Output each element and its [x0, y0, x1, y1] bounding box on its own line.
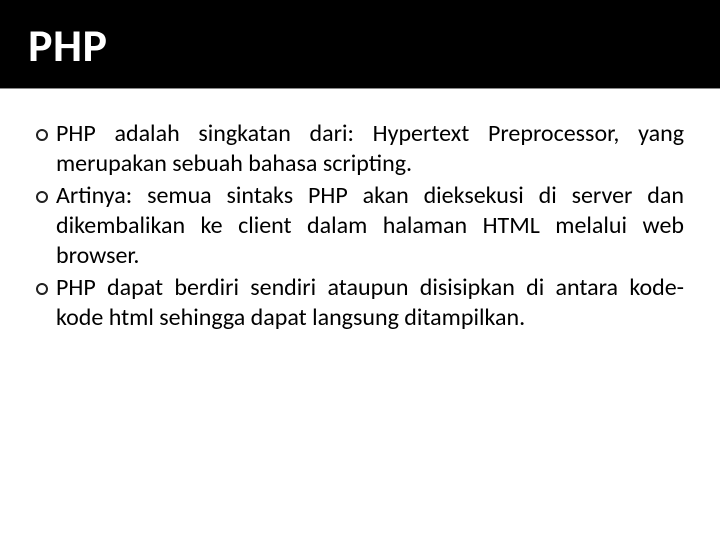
bullet-item: PHP dapat berdiri sendiri ataupun disisi… [36, 273, 684, 333]
slide-content: PHP adalah singkatan dari: Hypertext Pre… [0, 89, 720, 333]
bullet-text: Artinya: semua sintaks PHP akan diekseku… [56, 181, 684, 271]
bullet-item: Artinya: semua sintaks PHP akan diekseku… [36, 181, 684, 271]
slide-title: PHP [28, 18, 692, 74]
bullet-circle-icon [36, 283, 48, 295]
slide-header: PHP [0, 0, 720, 88]
bullet-item: PHP adalah singkatan dari: Hypertext Pre… [36, 119, 684, 179]
bullet-circle-icon [36, 129, 48, 141]
bullet-circle-icon [36, 191, 48, 203]
bullet-text: PHP adalah singkatan dari: Hypertext Pre… [56, 119, 684, 179]
bullet-text: PHP dapat berdiri sendiri ataupun disisi… [56, 273, 684, 333]
